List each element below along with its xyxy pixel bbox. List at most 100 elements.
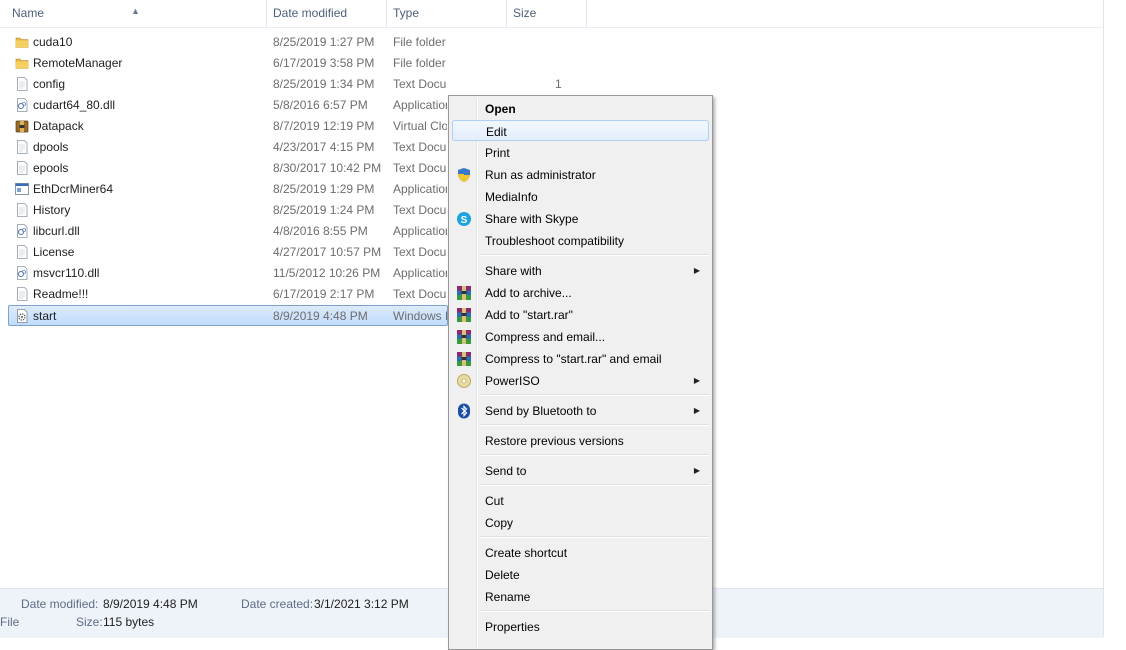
menu-item-label: Add to archive... xyxy=(485,286,572,300)
file-name: Readme!!! xyxy=(33,287,89,301)
file-name: msvcr110.dll xyxy=(33,266,100,280)
file-row-dpools[interactable]: dpools 4/23/2017 4:15 PM Text Docum xyxy=(9,137,447,157)
menu-item-label: Delete xyxy=(485,568,520,582)
column-divider xyxy=(586,0,587,27)
menu-item-send-to[interactable]: Send to ▶ xyxy=(451,460,710,482)
submenu-arrow-icon: ▶ xyxy=(693,266,700,275)
file-row-config[interactable]: config8/25/2019 1:34 PMText Document1 KB xyxy=(9,74,571,111)
menu-item-label: Print xyxy=(485,146,510,160)
menu-item-troubleshoot-compatibility[interactable]: Troubleshoot compatibility xyxy=(451,230,710,252)
menu-item-properties[interactable]: Properties xyxy=(451,616,710,638)
file-type: Application xyxy=(393,98,447,112)
menu-separator xyxy=(479,254,709,256)
menu-item-label: Compress to "start.rar" and email xyxy=(485,352,662,366)
file-row-readme[interactable]: Readme!!! 6/17/2019 2:17 PM Text Docum xyxy=(9,284,447,304)
folder-icon xyxy=(15,35,29,49)
menu-item-restore-previous-versions[interactable]: Restore previous versions xyxy=(451,430,710,452)
menu-item-run-as-administrator[interactable]: Run as administrator xyxy=(451,164,710,186)
menu-item-compress-and-email[interactable]: Compress and email... xyxy=(451,326,710,348)
column-size-label: Size xyxy=(513,6,537,20)
file-name: History xyxy=(33,203,71,217)
details-date-modified-label: Date modified: xyxy=(21,597,99,611)
file-row-license[interactable]: License 4/27/2017 10:57 PM Text Docum xyxy=(9,242,447,262)
menu-item-send-by-bluetooth-to[interactable]: Send by Bluetooth to ▶ xyxy=(451,400,710,422)
dll-file-icon xyxy=(15,98,29,112)
file-date-modified: 11/5/2012 10:26 PM xyxy=(273,266,381,280)
file-date-modified: 4/8/2016 8:55 PM xyxy=(273,224,368,238)
menu-item-mediainfo[interactable]: MediaInfo xyxy=(451,186,710,208)
sort-up-icon: ▲ xyxy=(131,6,140,16)
menu-separator xyxy=(479,454,709,456)
file-row-libcurl-dll[interactable]: libcurl.dll 4/8/2016 8:55 PM Application xyxy=(9,221,447,241)
menu-item-label: MediaInfo xyxy=(485,190,538,204)
file-row-msvcr110-dll[interactable]: msvcr110.dll 11/5/2012 10:26 PM Applicatio… xyxy=(9,263,447,283)
file-row-cudart64-80-dll[interactable]: cudart64_80.dll 5/8/2016 6:57 PM Applicati… xyxy=(9,95,447,115)
menu-item-label: Send by Bluetooth to xyxy=(485,404,597,418)
menu-item-create-shortcut[interactable]: Create shortcut xyxy=(451,542,710,564)
menu-item-share-with-skype[interactable]: S Share with Skype xyxy=(451,208,710,230)
menu-item-compress-to-start-rar-and-email[interactable]: Compress to "start.rar" and email xyxy=(451,348,710,370)
file-name: epools xyxy=(33,161,69,175)
file-row-epools[interactable]: epools 8/30/2017 10:42 PM Text Docum xyxy=(9,158,447,178)
file-type: Text Docum xyxy=(393,287,447,301)
menu-item-share-with[interactable]: Share with ▶ xyxy=(451,260,710,282)
menu-item-label: Share with xyxy=(485,264,542,278)
bluetooth-icon xyxy=(456,403,472,419)
batch-file-icon xyxy=(15,309,29,323)
exe-icon xyxy=(15,182,29,196)
poweriso-icon xyxy=(456,373,472,389)
details-date-modified: 8/9/2019 4:48 PM xyxy=(103,597,198,611)
file-row-datapack[interactable]: Datapack 8/7/2019 12:19 PM Virtual Clo xyxy=(9,116,447,136)
menu-item-delete[interactable]: Delete xyxy=(451,564,710,586)
menu-item-label: Run as administrator xyxy=(485,168,596,182)
context-menu: Open Edit Print Run as administrator MediaIn… xyxy=(448,95,713,650)
file-date-modified: 6/17/2019 3:58 PM xyxy=(273,56,375,70)
menu-separator xyxy=(479,484,709,486)
file-name: EthDcrMiner64 xyxy=(33,182,114,196)
text-file-icon xyxy=(15,140,29,154)
menu-item-label: Restore previous versions xyxy=(485,434,624,448)
menu-item-add-to-start-rar[interactable]: Add to "start.rar" xyxy=(451,304,710,326)
column-header-type[interactable]: Type xyxy=(386,0,506,27)
menu-item-poweriso[interactable]: PowerISO ▶ xyxy=(451,370,710,392)
menu-separator xyxy=(479,424,709,426)
file-row-ethdcrminer64[interactable]: EthDcrMiner64 8/25/2019 1:29 PM Applicatio… xyxy=(9,179,447,199)
menu-item-edit[interactable]: Edit xyxy=(452,120,709,141)
file-type: File folder xyxy=(393,35,446,49)
column-header-name[interactable]: Name ▲ xyxy=(0,0,266,27)
file-name: dpools xyxy=(33,140,69,154)
menu-item-cut[interactable]: Cut xyxy=(451,490,710,512)
file-date-modified: 8/30/2017 10:42 PM xyxy=(273,161,382,175)
file-row-start[interactable]: start 8/9/2019 4:48 PM Windows B xyxy=(8,305,448,326)
column-header-size[interactable]: Size xyxy=(506,0,586,27)
dll-file-icon xyxy=(15,224,29,238)
winrar-icon xyxy=(456,285,472,301)
menu-item-add-to-archive[interactable]: Add to archive... xyxy=(451,282,710,304)
file-type: Virtual Clo xyxy=(393,119,447,133)
folder-icon xyxy=(15,56,29,70)
file-name: libcurl.dll xyxy=(33,224,80,238)
menu-item-copy[interactable]: Copy xyxy=(451,512,710,534)
file-date-modified: 4/23/2017 4:15 PM xyxy=(273,140,375,154)
file-name: RemoteManager xyxy=(33,56,123,70)
file-date-modified: 8/7/2019 12:19 PM xyxy=(273,119,375,133)
details-size-label: Size: xyxy=(76,615,103,629)
file-row-remotemanager[interactable]: RemoteManager 6/17/2019 3:58 PM File folde… xyxy=(9,53,447,73)
archive-icon xyxy=(15,119,29,133)
svg-text:S: S xyxy=(461,215,468,226)
submenu-arrow-icon: ▶ xyxy=(693,406,700,415)
menu-item-label: Open xyxy=(485,102,516,116)
file-date-modified: 8/25/2019 1:24 PM xyxy=(273,203,375,217)
menu-item-print[interactable]: Print xyxy=(451,142,710,164)
column-header-date[interactable]: Date modified xyxy=(266,0,386,27)
text-file-icon xyxy=(15,161,29,175)
file-type: Application xyxy=(393,266,447,280)
text-file-icon xyxy=(15,77,29,91)
file-row-cuda10[interactable]: cuda10 8/25/2019 1:27 PM File folder xyxy=(9,32,447,52)
menu-item-rename[interactable]: Rename xyxy=(451,586,710,608)
menu-item-open[interactable]: Open xyxy=(451,98,710,120)
file-type: File folder xyxy=(393,56,446,70)
file-row-history[interactable]: History 8/25/2019 1:24 PM Text Docum xyxy=(9,200,447,220)
menu-item-label: Share with Skype xyxy=(485,212,579,226)
details-date-created-label: Date created: xyxy=(241,597,314,611)
